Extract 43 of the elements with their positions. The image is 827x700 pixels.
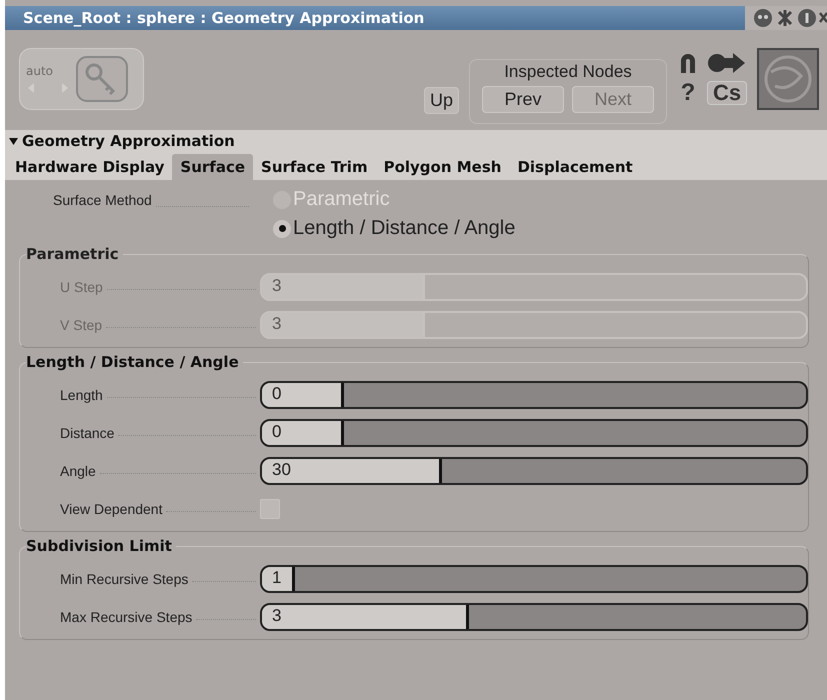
slider[interactable]: 3	[260, 603, 808, 631]
field-label: Angle	[60, 463, 96, 479]
slider[interactable]: 30	[260, 457, 808, 485]
slider-value: 3	[272, 276, 282, 296]
field-label: Surface Method	[53, 192, 152, 210]
tab[interactable]: Hardware Display	[7, 154, 172, 180]
logo-icon[interactable]	[757, 48, 819, 110]
tab[interactable]: Displacement	[509, 154, 641, 180]
radio-option[interactable]: Length / Distance / Angle	[273, 217, 516, 240]
group-title: Length / Distance / Angle	[26, 353, 243, 371]
group-label: Inspected Nodes	[503, 62, 633, 82]
face-icon[interactable]	[753, 8, 773, 28]
nav-button[interactable]: Prev	[482, 86, 564, 113]
slider-value: 3	[272, 606, 282, 626]
section-title: Geometry Approximation	[22, 132, 235, 150]
field-label: Distance	[60, 425, 114, 441]
slider-value: 30	[272, 460, 291, 480]
field-label: U Step	[60, 279, 103, 295]
slider-value: 1	[272, 568, 282, 588]
field-label: Length	[60, 387, 103, 403]
slider[interactable]: 1	[260, 565, 808, 593]
up-button[interactable]: Up	[424, 87, 459, 114]
field-label: Max Recursive Steps	[60, 609, 192, 625]
section-header[interactable]: Geometry Approximation	[5, 130, 827, 152]
slider-value: 3	[272, 314, 282, 334]
slider-value: 0	[272, 422, 282, 442]
cs-button[interactable]: Cs	[707, 81, 747, 105]
info-icon[interactable]	[797, 8, 817, 28]
tab[interactable]: Surface	[172, 154, 254, 180]
slider-value: 0	[272, 384, 282, 404]
auto-label: auto	[26, 64, 54, 78]
field-label: Min Recursive Steps	[60, 571, 188, 587]
expand-triangle-icon[interactable]	[9, 138, 18, 144]
help-button[interactable]: ?	[677, 79, 699, 107]
field-label: View Dependent	[60, 501, 162, 517]
checkbox[interactable]	[260, 499, 280, 519]
slider[interactable]: 0	[260, 381, 808, 409]
tab[interactable]: Polygon Mesh	[376, 154, 510, 180]
slider[interactable]: 0	[260, 419, 808, 447]
window-title: Scene_Root : sphere : Geometry Approximation	[23, 9, 424, 27]
tab[interactable]: Surface Trim	[253, 154, 376, 180]
exit-arrow-icon[interactable]	[707, 51, 747, 75]
field-label: V Step	[60, 317, 102, 333]
